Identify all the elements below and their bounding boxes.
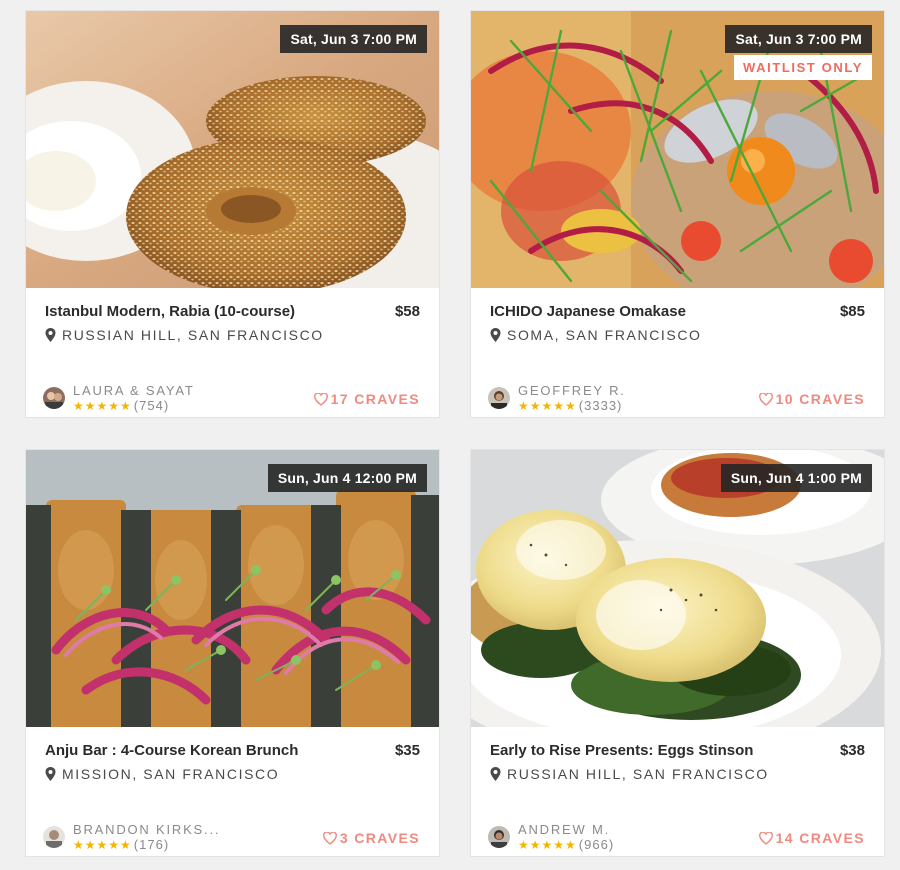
listing-location: RUSSIAN HILL, SAN FRANCISCO [45,327,324,343]
host-rating: ★★★★★ (754) [73,399,195,412]
star-rating-icon: ★★★★★ [518,398,577,413]
location-pin-icon [490,328,501,342]
host-avatar[interactable] [488,826,510,848]
listing-photo[interactable]: Sat, Jun 3 7:00 PM WAITLIST ONLY [471,11,884,288]
crave-count: 10 CRAVES [775,391,865,407]
crave-count: 3 CRAVES [339,830,420,846]
listing-card[interactable]: Sat, Jun 3 7:00 PM Istanbul Modern, Rabi… [26,11,439,417]
host-info[interactable]: ANDREW M. ★★★★★ (966) [488,823,614,851]
listing-title[interactable]: ICHIDO Japanese Omakase [490,303,686,320]
location-pin-icon [45,328,56,342]
heart-icon [758,392,773,406]
heart-icon [313,392,328,406]
listing-info: Early to Rise Presents: Eggs Stinson $38… [471,727,884,856]
event-date-badge: Sat, Jun 3 7:00 PM [725,25,872,53]
host-rating: ★★★★★ (3333) [518,399,626,412]
host-name[interactable]: ANDREW M. [518,823,614,836]
listing-price: $85 [839,303,865,320]
host-name[interactable]: GEOFFREY R. [518,384,626,397]
listing-card[interactable]: Sun, Jun 4 12:00 PM Anju Bar : 4-Course … [26,450,439,856]
review-count: (3333) [578,398,623,413]
crave-count: 14 CRAVES [775,830,865,846]
listing-location: RUSSIAN HILL, SAN FRANCISCO [490,766,769,782]
host-info[interactable]: GEOFFREY R. ★★★★★ (3333) [488,384,626,412]
waitlist-badge: WAITLIST ONLY [734,55,872,80]
listing-card[interactable]: Sat, Jun 3 7:00 PM WAITLIST ONLY ICHIDO … [471,11,884,417]
location-text: SOMA, SAN FRANCISCO [507,327,702,343]
host-info[interactable]: LAURA & SAYAT ★★★★★ (754) [43,384,195,412]
review-count: (176) [133,837,170,852]
location-pin-icon [45,767,56,781]
star-rating-icon: ★★★★★ [73,837,132,852]
event-date-badge: Sun, Jun 4 1:00 PM [720,464,872,492]
host-avatar[interactable] [43,387,65,409]
host-name[interactable]: BRANDON KIRKS... [73,823,220,836]
host-avatar[interactable] [43,826,65,848]
heart-icon [322,831,337,845]
listing-info: ICHIDO Japanese Omakase $85 SOMA, SAN FR… [471,288,884,417]
crave-button[interactable]: 14 CRAVES [758,830,865,846]
listing-info: Istanbul Modern, Rabia (10-course) $58 R… [26,288,439,417]
location-pin-icon [490,767,501,781]
listing-title[interactable]: Anju Bar : 4-Course Korean Brunch [45,742,298,759]
listing-title[interactable]: Istanbul Modern, Rabia (10-course) [45,303,295,320]
listing-photo[interactable]: Sun, Jun 4 12:00 PM [26,450,439,727]
host-info[interactable]: BRANDON KIRKS... ★★★★★ (176) [43,823,220,851]
listing-price: $58 [394,303,420,320]
host-rating: ★★★★★ (176) [73,838,220,851]
host-rating: ★★★★★ (966) [518,838,614,851]
review-count: (754) [133,398,170,413]
listing-location: SOMA, SAN FRANCISCO [490,327,702,343]
star-rating-icon: ★★★★★ [518,837,577,852]
location-text: RUSSIAN HILL, SAN FRANCISCO [507,766,769,782]
host-avatar[interactable] [488,387,510,409]
crave-count: 17 CRAVES [330,391,420,407]
location-text: RUSSIAN HILL, SAN FRANCISCO [62,327,324,343]
listing-photo[interactable]: Sat, Jun 3 7:00 PM [26,11,439,288]
event-date-badge: Sat, Jun 3 7:00 PM [280,25,427,53]
location-text: MISSION, SAN FRANCISCO [62,766,280,782]
listing-photo[interactable]: Sun, Jun 4 1:00 PM [471,450,884,727]
listing-card[interactable]: Sun, Jun 4 1:00 PM Early to Rise Present… [471,450,884,856]
star-rating-icon: ★★★★★ [73,398,132,413]
crave-button[interactable]: 3 CRAVES [322,830,420,846]
review-count: (966) [578,837,615,852]
crave-button[interactable]: 10 CRAVES [758,391,865,407]
listing-price: $35 [394,742,420,759]
event-date-badge: Sun, Jun 4 12:00 PM [267,464,427,492]
listing-title[interactable]: Early to Rise Presents: Eggs Stinson [490,742,753,759]
crave-button[interactable]: 17 CRAVES [313,391,420,407]
host-name[interactable]: LAURA & SAYAT [73,384,195,397]
heart-icon [758,831,773,845]
listing-price: $38 [839,742,865,759]
listing-grid: Sat, Jun 3 7:00 PM Istanbul Modern, Rabi… [0,0,900,870]
listing-location: MISSION, SAN FRANCISCO [45,766,279,782]
listing-info: Anju Bar : 4-Course Korean Brunch $35 MI… [26,727,439,856]
